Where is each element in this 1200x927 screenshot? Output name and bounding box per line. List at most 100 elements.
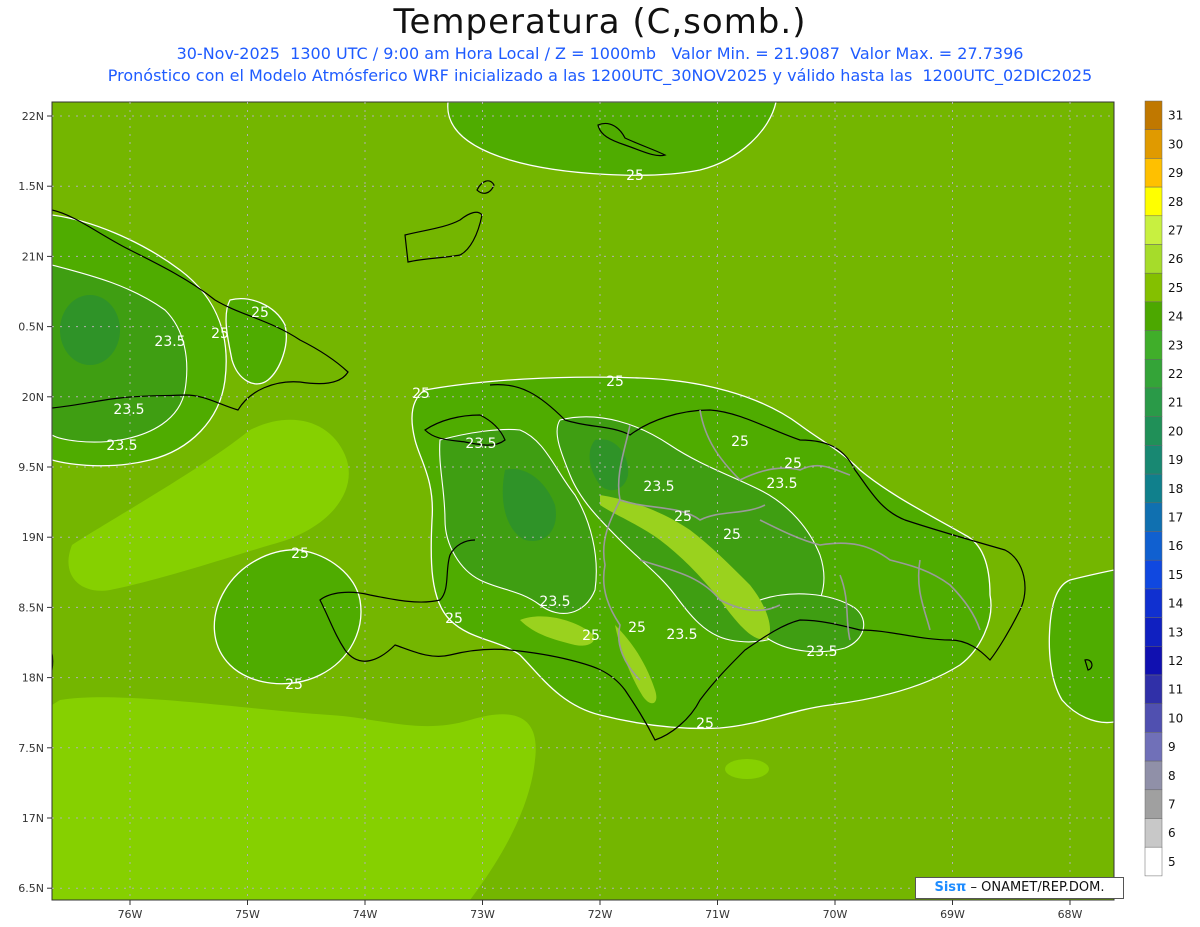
colorbar-label: 25 xyxy=(1168,281,1183,295)
contour-label: 25 xyxy=(674,509,692,525)
lat-tick-label: 8.5N xyxy=(18,601,44,614)
colorbar-swatch xyxy=(1144,272,1163,303)
colorbar-label: 20 xyxy=(1168,424,1183,438)
colorbar-swatch xyxy=(1144,387,1163,417)
lon-tick-label: 74W xyxy=(353,908,378,921)
colorbar-label: 29 xyxy=(1168,166,1183,180)
contour-label: 23.5 xyxy=(806,644,837,660)
longitude-axis: 76W 75W 74W 73W 72W 71W 70W 69W 68W xyxy=(118,900,1083,921)
colorbar-swatch xyxy=(1144,502,1163,532)
colorbar-label: 7 xyxy=(1168,798,1176,812)
contour-label: 25 xyxy=(731,434,749,450)
credit-box: Sisπ – ONAMET/REP.DOM. xyxy=(915,877,1124,899)
colorbar-label: 16 xyxy=(1168,539,1183,553)
contour-label: 23.5 xyxy=(154,334,185,350)
contour-label: 25 xyxy=(211,326,229,342)
colorbar-label: 12 xyxy=(1168,654,1183,668)
colorbar-swatch xyxy=(1144,674,1163,704)
colorbar-swatch xyxy=(1144,359,1163,389)
colorbar-label: 11 xyxy=(1168,683,1183,697)
colorbar-swatch xyxy=(1144,158,1163,188)
colorbar-swatch xyxy=(1144,818,1163,848)
lat-tick-label: 19N xyxy=(22,531,44,544)
lon-tick-label: 75W xyxy=(235,908,260,921)
lon-tick-label: 73W xyxy=(470,908,495,921)
contour-label: 23.5 xyxy=(113,402,144,418)
colorbar-label: 10 xyxy=(1168,711,1183,725)
colorbar-swatch xyxy=(1144,215,1163,245)
colorbar-swatch xyxy=(1144,703,1163,733)
colorbar-swatch xyxy=(1144,559,1163,590)
contour-label: 25 xyxy=(291,546,309,562)
colorbar-label: 22 xyxy=(1168,367,1183,381)
colorbar-swatch xyxy=(1144,186,1163,217)
latitude-axis: 22N 1.5N 21N 0.5N 20N 9.5N 19N 8.5N 18N 7.5N 17N 6.… xyxy=(18,110,52,895)
lat-tick-label: 0.5N xyxy=(18,321,44,334)
lat-tick-label: 21N xyxy=(22,250,44,263)
warm-area-small xyxy=(725,759,769,779)
temperature-map: 22N 1.5N 21N 0.5N 20N 9.5N 19N 8.5N 18N 7.5N 17N 6.… xyxy=(18,100,1183,921)
colorbar-swatch xyxy=(1144,330,1163,360)
colorbar-label: 31 xyxy=(1168,109,1183,123)
colorbar-swatch xyxy=(1144,760,1163,791)
contour-label: 25 xyxy=(723,527,741,543)
credit-text: ONAMET/REP.DOM. xyxy=(981,880,1105,895)
colorbar-label: 30 xyxy=(1168,137,1183,151)
lat-tick-label: 18N xyxy=(22,672,44,685)
colorbar-label: 23 xyxy=(1168,338,1183,352)
lon-tick-label: 68W xyxy=(1058,908,1083,921)
temperature-colorbar: 31 30 29 28 27 26 25 24 23 22 21 20 19 18 17 16 15 14 13 12… xyxy=(1144,100,1183,877)
contour-label: 25 xyxy=(784,456,802,472)
contour-label: 23.5 xyxy=(666,627,697,643)
colorbar-label: 13 xyxy=(1168,625,1183,639)
colorbar-label: 21 xyxy=(1168,396,1183,410)
contour-label: 25 xyxy=(251,305,269,321)
lat-tick-label: 7.5N xyxy=(18,742,44,755)
contour-label: 25 xyxy=(696,716,714,732)
contour-label: 25 xyxy=(445,611,463,627)
lon-tick-label: 76W xyxy=(118,908,143,921)
contour-label: 25 xyxy=(628,620,646,636)
lon-tick-label: 72W xyxy=(588,908,613,921)
colorbar-label: 15 xyxy=(1168,568,1183,582)
contour-label: 25 xyxy=(285,677,303,693)
lat-tick-label: 20N xyxy=(22,391,44,404)
colorbar-swatch xyxy=(1144,617,1163,647)
lat-tick-label: 22N xyxy=(22,110,44,123)
map-plot-area xyxy=(52,102,1114,900)
credit-dash: – xyxy=(970,880,982,895)
colorbar-swatch xyxy=(1144,416,1163,446)
lat-tick-label: 9.5N xyxy=(18,461,44,474)
colorbar-swatch xyxy=(1144,846,1163,877)
sispi-logo: Sisπ xyxy=(934,880,967,895)
contour-label: 23.5 xyxy=(643,479,674,495)
colorbar-swatch xyxy=(1144,732,1163,762)
contour-label: 23.5 xyxy=(465,436,496,452)
colorbar-swatch xyxy=(1144,646,1163,676)
colorbar-label: 6 xyxy=(1168,826,1176,840)
lat-tick-label: 6.5N xyxy=(18,882,44,895)
contour-label: 23.5 xyxy=(106,438,137,454)
colorbar-label: 24 xyxy=(1168,310,1183,324)
contour-label: 25 xyxy=(606,374,624,390)
warm-area-southwest xyxy=(52,697,536,900)
lon-tick-label: 70W xyxy=(823,908,848,921)
colorbar-swatch xyxy=(1144,531,1163,561)
colorbar-label: 5 xyxy=(1168,855,1176,869)
colorbar-label: 14 xyxy=(1168,597,1183,611)
colorbar-swatch xyxy=(1144,588,1163,618)
colorbar-swatch xyxy=(1144,129,1163,159)
colorbar-swatch xyxy=(1144,301,1163,331)
colorbar-label: 18 xyxy=(1168,482,1183,496)
lon-tick-label: 69W xyxy=(940,908,965,921)
colorbar-swatch xyxy=(1144,244,1163,274)
colorbar-swatch xyxy=(1144,445,1163,475)
contour-label: 23.5 xyxy=(766,476,797,492)
colorbar-label: 17 xyxy=(1168,511,1183,525)
colorbar-label: 26 xyxy=(1168,252,1183,266)
lon-tick-label: 71W xyxy=(705,908,730,921)
lat-tick-label: 1.5N xyxy=(18,180,44,193)
colorbar-label: 19 xyxy=(1168,453,1183,467)
lat-tick-label: 17N xyxy=(22,812,44,825)
colorbar-label: 8 xyxy=(1168,769,1176,783)
